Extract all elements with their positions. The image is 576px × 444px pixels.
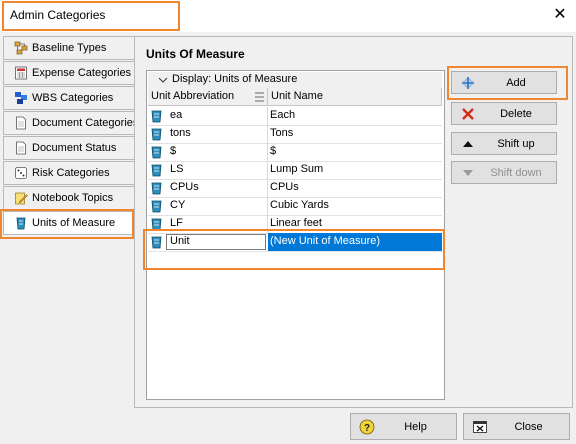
column-header-unit-name[interactable]: Unit Name (268, 88, 442, 106)
unit-name: Linear feet (270, 217, 322, 229)
shift-down-button[interactable]: Shift down (451, 161, 557, 184)
unit-abbreviation: tons (170, 127, 191, 139)
unit-abbreviation: ea (170, 109, 183, 121)
sidebar-item-label: WBS Categories (32, 92, 114, 104)
sidebar-item-document-categories[interactable]: Document Categories (3, 111, 135, 135)
help-button[interactable]: ? Help (350, 413, 457, 440)
column-divider (267, 161, 268, 179)
baseline-types-icon (14, 41, 28, 55)
column-header-abbreviation[interactable]: Unit Abbreviation (148, 88, 268, 106)
table-row[interactable]: CY Cubic Yards (148, 197, 442, 216)
close-button-label: Close (514, 421, 543, 433)
measuring-cup-icon (151, 128, 162, 141)
column-divider (267, 107, 268, 125)
sidebar-item-label: Notebook Topics (32, 192, 114, 204)
close-icon[interactable]: ✕ (549, 4, 571, 26)
document-icon (16, 116, 26, 130)
expense-categories-icon (15, 66, 27, 80)
sidebar-item-label: Document Categories (32, 117, 134, 129)
new-row-highlight (143, 229, 445, 270)
dice-icon (15, 167, 27, 179)
delete-button[interactable]: Delete (451, 102, 557, 125)
unit-name: Each (270, 109, 296, 121)
column-header-label: Unit Abbreviation (151, 90, 235, 102)
measuring-cup-icon (151, 182, 162, 195)
column-divider (267, 197, 268, 215)
unit-abbreviation: CY (170, 199, 186, 211)
unit-name: CPUs (270, 181, 299, 193)
sidebar-item-document-status[interactable]: Document Status (3, 136, 135, 160)
sidebar-item-notebook-topics[interactable]: Notebook Topics (3, 186, 135, 210)
measuring-cup-icon (151, 146, 162, 159)
column-menu-icon[interactable] (255, 91, 264, 103)
unit-name: $ (270, 145, 277, 157)
sidebar-item-expense-categories[interactable]: Expense Categories (3, 61, 135, 85)
sidebar-item-risk-categories[interactable]: Risk Categories (3, 161, 135, 185)
table-row[interactable]: LS Lump Sum (148, 161, 442, 180)
document-icon (16, 141, 26, 155)
sidebar-item-wbs-categories[interactable]: WBS Categories (3, 86, 135, 110)
shift-up-button[interactable]: Shift up (451, 132, 557, 155)
column-divider (267, 143, 268, 161)
unit-abbreviation: $ (170, 145, 177, 157)
close-window-icon (473, 421, 487, 433)
panel-heading: Units Of Measure (146, 47, 245, 61)
chevron-down-icon[interactable] (158, 75, 168, 85)
window-title: Admin Categories (10, 8, 106, 22)
sidebar-highlight (0, 209, 134, 239)
table-row[interactable]: tons Tons (148, 125, 442, 144)
unit-name: Cubic Yards (270, 199, 329, 211)
measuring-cup-icon (151, 200, 162, 213)
unit-name: Lump Sum (270, 163, 324, 175)
sidebar-item-label: Baseline Types (32, 42, 107, 54)
table-row[interactable]: CPUs CPUs (148, 179, 442, 198)
help-button-label: Help (404, 421, 427, 433)
column-divider (267, 125, 268, 143)
unit-abbreviation: LS (170, 163, 184, 175)
measuring-cup-icon (151, 110, 162, 123)
table-row[interactable]: ea Each (148, 107, 442, 126)
table-row[interactable]: $ $ (148, 143, 442, 162)
delete-button-label: Delete (500, 107, 532, 120)
sidebar-item-baseline-types[interactable]: Baseline Types (3, 36, 135, 60)
sidebar-item-label: Expense Categories (32, 67, 132, 79)
unit-name: Tons (270, 127, 294, 139)
unit-abbreviation: LF (170, 217, 183, 229)
unit-abbreviation: CPUs (170, 181, 199, 193)
sidebar-item-label: Risk Categories (32, 167, 110, 179)
shift-up-button-label: Shift up (497, 137, 535, 150)
shift-down-button-label: Shift down (490, 166, 542, 179)
close-button[interactable]: Close (463, 413, 570, 440)
help-icon: ? (359, 419, 375, 435)
column-divider (267, 179, 268, 197)
notebook-pencil-icon (15, 192, 28, 205)
svg-text:?: ? (364, 423, 370, 434)
sidebar-item-label: Document Status (32, 142, 117, 154)
add-highlight (447, 66, 568, 100)
measuring-cup-icon (151, 164, 162, 177)
wbs-categories-icon (15, 92, 27, 104)
column-header-label: Unit Name (271, 90, 323, 102)
display-label: Display: Units of Measure (172, 73, 298, 85)
